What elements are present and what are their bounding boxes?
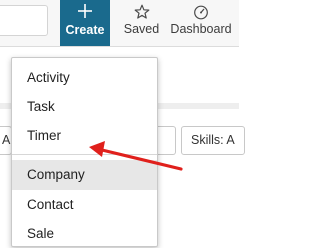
- menu-divider: [12, 154, 157, 155]
- menu-item-timer[interactable]: Timer: [12, 121, 157, 150]
- star-icon: [119, 4, 164, 20]
- skills-filter[interactable]: Skills: A: [181, 126, 245, 155]
- dashboard-label: Dashboard: [170, 22, 232, 36]
- menu-item-task[interactable]: Task: [12, 92, 157, 121]
- menu-item-company[interactable]: Company: [12, 160, 157, 190]
- create-button-label: Create: [65, 23, 105, 37]
- menu-item-label: Company: [27, 167, 85, 182]
- dashboard-button[interactable]: Dashboard: [166, 0, 236, 46]
- menu-item-activity[interactable]: Activity: [12, 63, 157, 92]
- menu-item-label: Sale: [27, 226, 55, 241]
- saved-label: Saved: [123, 22, 160, 36]
- menu-item-sale[interactable]: Sale: [12, 219, 157, 248]
- create-dropdown-menu: Activity Task Timer Company Contact Sale: [11, 57, 158, 247]
- skills-filter-label: Skills: A: [191, 133, 235, 147]
- create-button[interactable]: Create: [60, 0, 110, 46]
- gauge-icon: [166, 4, 236, 20]
- search-input[interactable]: [0, 5, 48, 36]
- menu-item-label: Timer: [27, 128, 61, 143]
- top-header: Create Saved Dashboard: [0, 0, 239, 47]
- saved-button[interactable]: Saved: [119, 0, 164, 46]
- menu-item-label: Contact: [27, 197, 74, 212]
- plus-icon: [60, 1, 110, 22]
- menu-item-label: Task: [27, 99, 55, 114]
- filter-select-caret[interactable]: [156, 126, 176, 155]
- menu-item-label: Activity: [27, 70, 70, 85]
- menu-item-contact[interactable]: Contact: [12, 190, 157, 219]
